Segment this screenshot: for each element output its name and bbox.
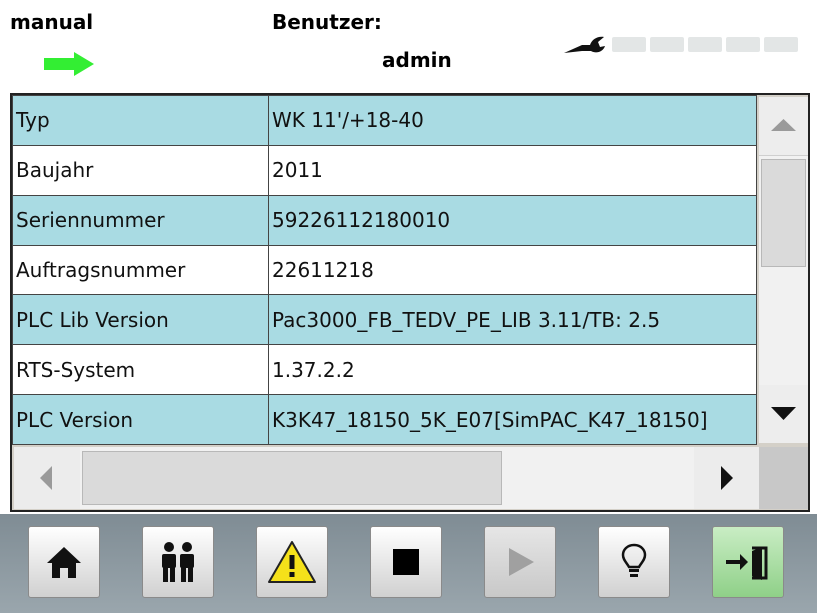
play-button[interactable] [484, 526, 556, 598]
row-label: PLC Lib Version [12, 294, 269, 346]
scroll-down-button[interactable] [759, 385, 808, 443]
status-led-bar [612, 37, 798, 52]
vertical-scroll-thumb[interactable] [761, 159, 806, 267]
table-row[interactable]: PLC Lib Version Pac3000_FB_TEDV_PE_LIB 3… [12, 294, 757, 346]
triangle-up-icon [771, 119, 796, 131]
horizontal-scroll-thumb[interactable] [82, 451, 502, 505]
light-button[interactable] [598, 526, 670, 598]
status-led [726, 37, 760, 52]
scrollbar-corner [759, 447, 808, 509]
status-led [764, 37, 798, 52]
mode-arrow-icon [44, 52, 94, 76]
triangle-down-icon [771, 407, 796, 420]
table-row[interactable]: Auftragsnummer 22611218 [12, 244, 757, 296]
exit-door-icon [726, 546, 768, 580]
row-value: 1.37.2.2 [268, 344, 757, 396]
scroll-up-button[interactable] [759, 97, 808, 156]
user-label: Benutzer: [272, 10, 382, 34]
table-row[interactable]: RTS-System 1.37.2.2 [12, 344, 757, 396]
stop-button[interactable] [370, 526, 442, 598]
row-label: Seriennummer [12, 194, 269, 246]
triangle-right-icon [721, 466, 733, 490]
user-name: admin [382, 48, 452, 72]
mode-label: manual [10, 10, 94, 34]
status-led [612, 37, 646, 52]
status-header: manual Benutzer: admin [0, 0, 817, 92]
warning-icon [268, 541, 316, 583]
row-label: Auftragsnummer [12, 244, 269, 296]
wrench-icon [564, 36, 605, 53]
triangle-left-icon [40, 466, 52, 490]
users-icon [162, 542, 194, 582]
vertical-scrollbar[interactable] [759, 97, 808, 443]
row-label: Typ [12, 95, 269, 146]
row-value: WK 11'/+18-40 [268, 95, 757, 146]
status-led [688, 37, 722, 52]
info-grid: Typ WK 11'/+18-40 Baujahr 2011 Seriennum… [10, 93, 810, 512]
row-label: RTS-System [12, 344, 269, 396]
exit-button[interactable] [712, 526, 784, 598]
row-value: 22611218 [268, 244, 757, 296]
row-value: 59226112180010 [268, 194, 757, 246]
info-table: Typ WK 11'/+18-40 Baujahr 2011 Seriennum… [12, 95, 757, 445]
row-value: Pac3000_FB_TEDV_PE_LIB 3.11/TB: 2.5 [268, 294, 757, 346]
home-icon [47, 547, 81, 578]
play-icon [509, 548, 534, 576]
stop-icon [393, 549, 419, 575]
table-row[interactable]: Typ WK 11'/+18-40 [12, 95, 757, 146]
warning-button[interactable] [256, 526, 328, 598]
users-button[interactable] [142, 526, 214, 598]
row-value: 2011 [268, 144, 757, 196]
table-row[interactable]: Seriennummer 59226112180010 [12, 194, 757, 246]
lightbulb-icon [621, 543, 647, 577]
scroll-right-button[interactable] [694, 447, 759, 509]
bottom-toolbar [0, 514, 817, 613]
scroll-left-button[interactable] [14, 447, 80, 509]
row-label: PLC Version [12, 394, 269, 445]
horizontal-scrollbar[interactable] [14, 447, 759, 509]
row-label: Baujahr [12, 144, 269, 196]
table-row[interactable]: PLC Version K3K47_18150_5K_E07[SimPAC_K4… [12, 394, 757, 445]
row-value: K3K47_18150_5K_E07[SimPAC_K47_18150] [268, 394, 757, 445]
status-led [650, 37, 684, 52]
table-row[interactable]: Baujahr 2011 [12, 144, 757, 196]
home-button[interactable] [28, 526, 100, 598]
